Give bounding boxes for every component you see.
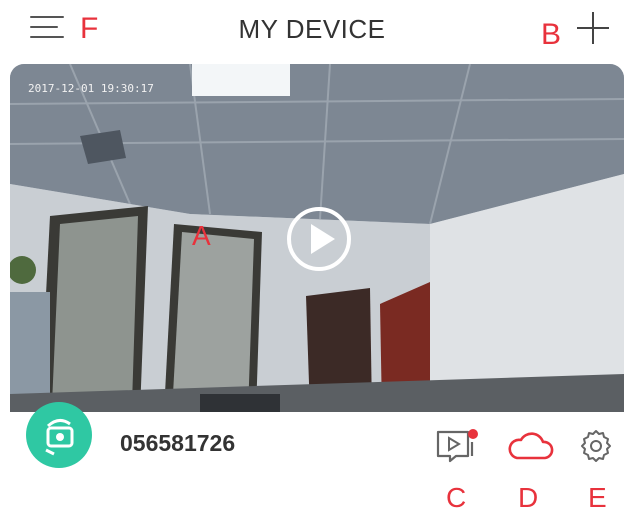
- annotation-label-c: C: [446, 482, 467, 513]
- video-timestamp: 2017-12-01 19:30:17: [28, 82, 154, 95]
- annotation-label-a: A: [192, 220, 211, 251]
- annotation-label-d: D: [518, 482, 539, 513]
- device-avatar[interactable]: [26, 402, 92, 468]
- camera-preview[interactable]: 2017-12-01 19:30:17 A: [10, 64, 624, 412]
- annotation-label-e: E: [588, 482, 607, 513]
- add-device-icon[interactable]: [574, 10, 612, 46]
- camera-icon: [45, 419, 74, 456]
- cloud-icon[interactable]: [505, 428, 555, 464]
- notification-dot: [468, 429, 478, 439]
- app-header: F MY DEVICE B: [0, 0, 624, 60]
- page-title: MY DEVICE: [238, 14, 386, 44]
- annotation-label-b: B: [541, 18, 562, 51]
- device-id: 056581726: [120, 430, 236, 456]
- gear-icon[interactable]: [578, 428, 614, 464]
- play-icon[interactable]: [286, 206, 352, 272]
- video-playback-icon[interactable]: [434, 428, 482, 464]
- device-footer: 056581726 C D E: [0, 402, 624, 513]
